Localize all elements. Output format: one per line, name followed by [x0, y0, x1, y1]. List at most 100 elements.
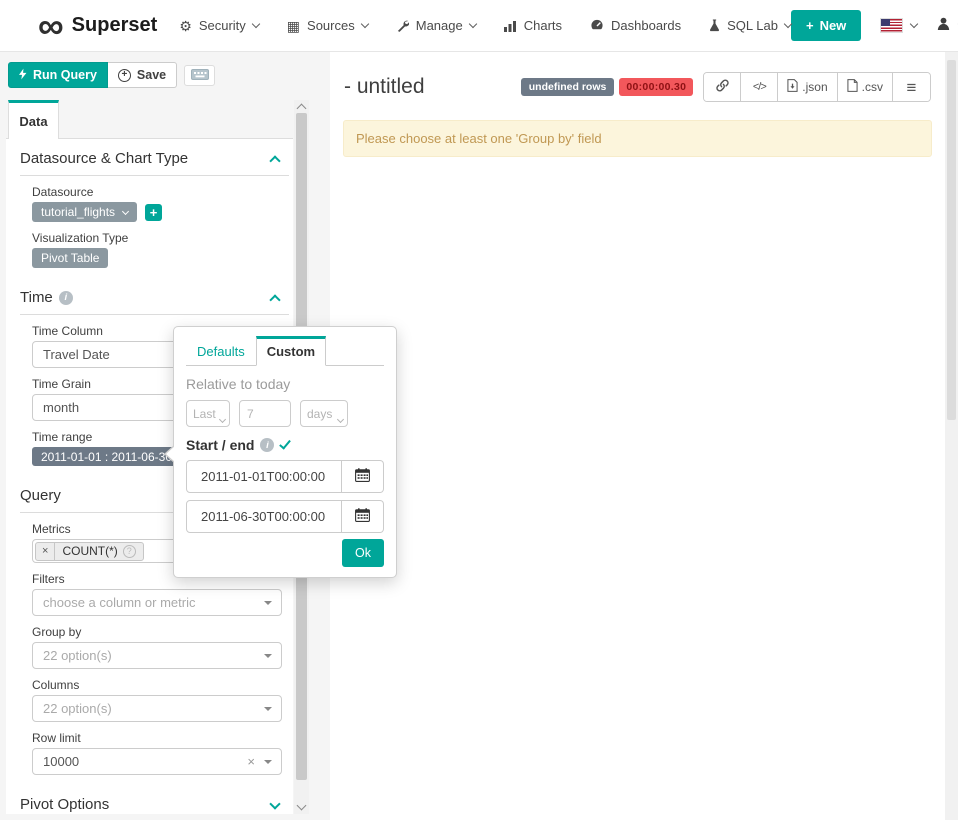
calendar-icon — [355, 468, 370, 485]
relative-unit-value: days — [307, 407, 332, 421]
info-icon: i — [260, 438, 274, 452]
ok-button[interactable]: Ok — [342, 539, 384, 567]
user-menu[interactable] — [937, 17, 958, 35]
wrench-icon — [396, 19, 409, 32]
export-json-button[interactable]: .json — [778, 73, 837, 101]
nav-label: Security — [199, 18, 246, 33]
row-limit-label: Row limit — [32, 732, 293, 744]
valid-check-icon — [280, 437, 292, 449]
divider — [20, 175, 289, 176]
top-navbar: ∞ Superset ⚙ Security ▦ Sources Manage C… — [0, 0, 958, 52]
viz-type-value: Pivot Table — [41, 251, 99, 265]
scrollbar-thumb[interactable] — [947, 60, 956, 420]
caret-down-icon — [264, 654, 272, 658]
nav-label: Charts — [524, 18, 562, 33]
metric-chip-label: COUNT(*) — [62, 544, 117, 558]
group-by-label: Group by — [32, 626, 293, 638]
row-limit-select[interactable]: 10000 × — [32, 748, 282, 775]
divider — [20, 314, 289, 315]
popover-tabs: Defaults Custom — [186, 335, 384, 366]
locale-menu[interactable] — [881, 19, 917, 32]
add-datasource-button[interactable]: + — [145, 204, 162, 221]
nav-label: Manage — [416, 18, 463, 33]
link-icon — [716, 79, 729, 95]
nav-item-security[interactable]: ⚙ Security — [179, 18, 259, 33]
viz-type-button[interactable]: Pivot Table — [32, 248, 108, 268]
page-scrollbar[interactable] — [945, 52, 958, 820]
nav-item-charts[interactable]: Charts — [504, 18, 562, 33]
end-date-calendar-button[interactable] — [342, 500, 384, 533]
columns-select[interactable]: 22 option(s) — [32, 695, 282, 722]
file-download-icon — [787, 79, 798, 95]
run-query-button[interactable]: Run Query — [8, 62, 108, 88]
section-title: Pivot Options — [20, 797, 109, 813]
keyboard-icon — [191, 68, 209, 83]
section-pivot-options: Pivot Options — [20, 797, 293, 813]
filters-placeholder: choose a column or metric — [43, 595, 195, 610]
us-flag-icon — [881, 19, 902, 32]
main-nav: ⚙ Security ▦ Sources Manage Charts — [179, 18, 791, 33]
hamburger-icon: ≡ — [907, 79, 917, 96]
filters-select[interactable]: choose a column or metric — [32, 589, 282, 616]
table-icon: ▦ — [287, 19, 300, 33]
nav-label: Dashboards — [611, 18, 681, 33]
group-by-select[interactable]: 22 option(s) — [32, 642, 282, 669]
question-circle-icon: ? — [123, 545, 136, 558]
save-label: Save — [137, 68, 166, 82]
nav-item-sql-lab[interactable]: SQL Lab — [709, 18, 791, 33]
datasource-select-button[interactable]: tutorial_flights — [32, 202, 137, 222]
chart-container: - untitled undefined rows 00:00:00.30 </… — [330, 52, 945, 820]
relative-direction-select[interactable]: Last — [186, 400, 230, 427]
keyboard-shortcuts-button[interactable] — [184, 65, 215, 86]
tab-data[interactable]: Data — [8, 100, 59, 139]
export-csv-button[interactable]: .csv — [838, 73, 893, 101]
export-json-label: .json — [802, 80, 827, 94]
chart-menu-button[interactable]: ≡ — [893, 73, 930, 101]
chevron-down-icon — [252, 20, 260, 28]
time-column-value: Travel Date — [43, 347, 110, 362]
start-date-row — [186, 460, 384, 493]
viz-type-label: Visualization Type — [32, 232, 293, 244]
time-range-button[interactable]: 2011-01-01 : 2011-06-30 — [32, 447, 181, 466]
chart-actions-group: </> .json .csv ≡ — [703, 72, 931, 102]
tab-data-label: Data — [19, 114, 47, 129]
calendar-icon — [355, 508, 370, 525]
plus-circle-icon: + — [118, 69, 131, 82]
lightning-icon — [19, 68, 27, 83]
new-button[interactable]: + New — [791, 10, 861, 41]
chevron-up-icon[interactable] — [269, 294, 280, 305]
short-link-button[interactable] — [704, 73, 741, 101]
tab-defaults[interactable]: Defaults — [186, 338, 256, 365]
chevron-down-icon — [219, 416, 226, 423]
warning-alert: Please choose at least one 'Group by' fi… — [343, 120, 932, 157]
superset-brand[interactable]: ∞ Superset — [38, 11, 157, 41]
chevron-down-icon — [910, 20, 918, 28]
section-title: Query — [20, 488, 61, 504]
query-toolbar: Run Query + Save — [8, 62, 215, 88]
chart-title[interactable]: - untitled — [344, 74, 425, 100]
tab-custom[interactable]: Custom — [256, 336, 326, 366]
bar-chart-icon — [504, 20, 517, 32]
relative-amount-input[interactable] — [239, 400, 291, 427]
end-date-input[interactable] — [186, 500, 342, 533]
run-query-label: Run Query — [33, 68, 97, 82]
nav-item-sources[interactable]: ▦ Sources — [287, 18, 368, 33]
nav-item-manage[interactable]: Manage — [396, 18, 476, 33]
start-date-calendar-button[interactable] — [342, 460, 384, 493]
relative-unit-select[interactable]: days — [300, 400, 348, 427]
clear-icon[interactable]: × — [247, 754, 255, 769]
start-end-label: Start / end — [186, 437, 254, 453]
code-icon: </> — [753, 81, 766, 93]
caret-down-icon — [264, 707, 272, 711]
scroll-up-arrow[interactable] — [297, 104, 307, 114]
chevron-up-icon[interactable] — [269, 155, 280, 166]
chevron-down-icon — [468, 20, 476, 28]
view-query-button[interactable]: </> — [741, 73, 778, 101]
scroll-down-arrow[interactable] — [297, 801, 307, 811]
nav-item-dashboards[interactable]: Dashboards — [590, 18, 681, 33]
remove-metric-icon[interactable]: × — [36, 543, 55, 560]
start-date-input[interactable] — [186, 460, 342, 493]
chevron-down-icon — [337, 416, 344, 423]
save-button[interactable]: + Save — [108, 62, 177, 88]
chevron-down-icon[interactable] — [269, 798, 280, 809]
